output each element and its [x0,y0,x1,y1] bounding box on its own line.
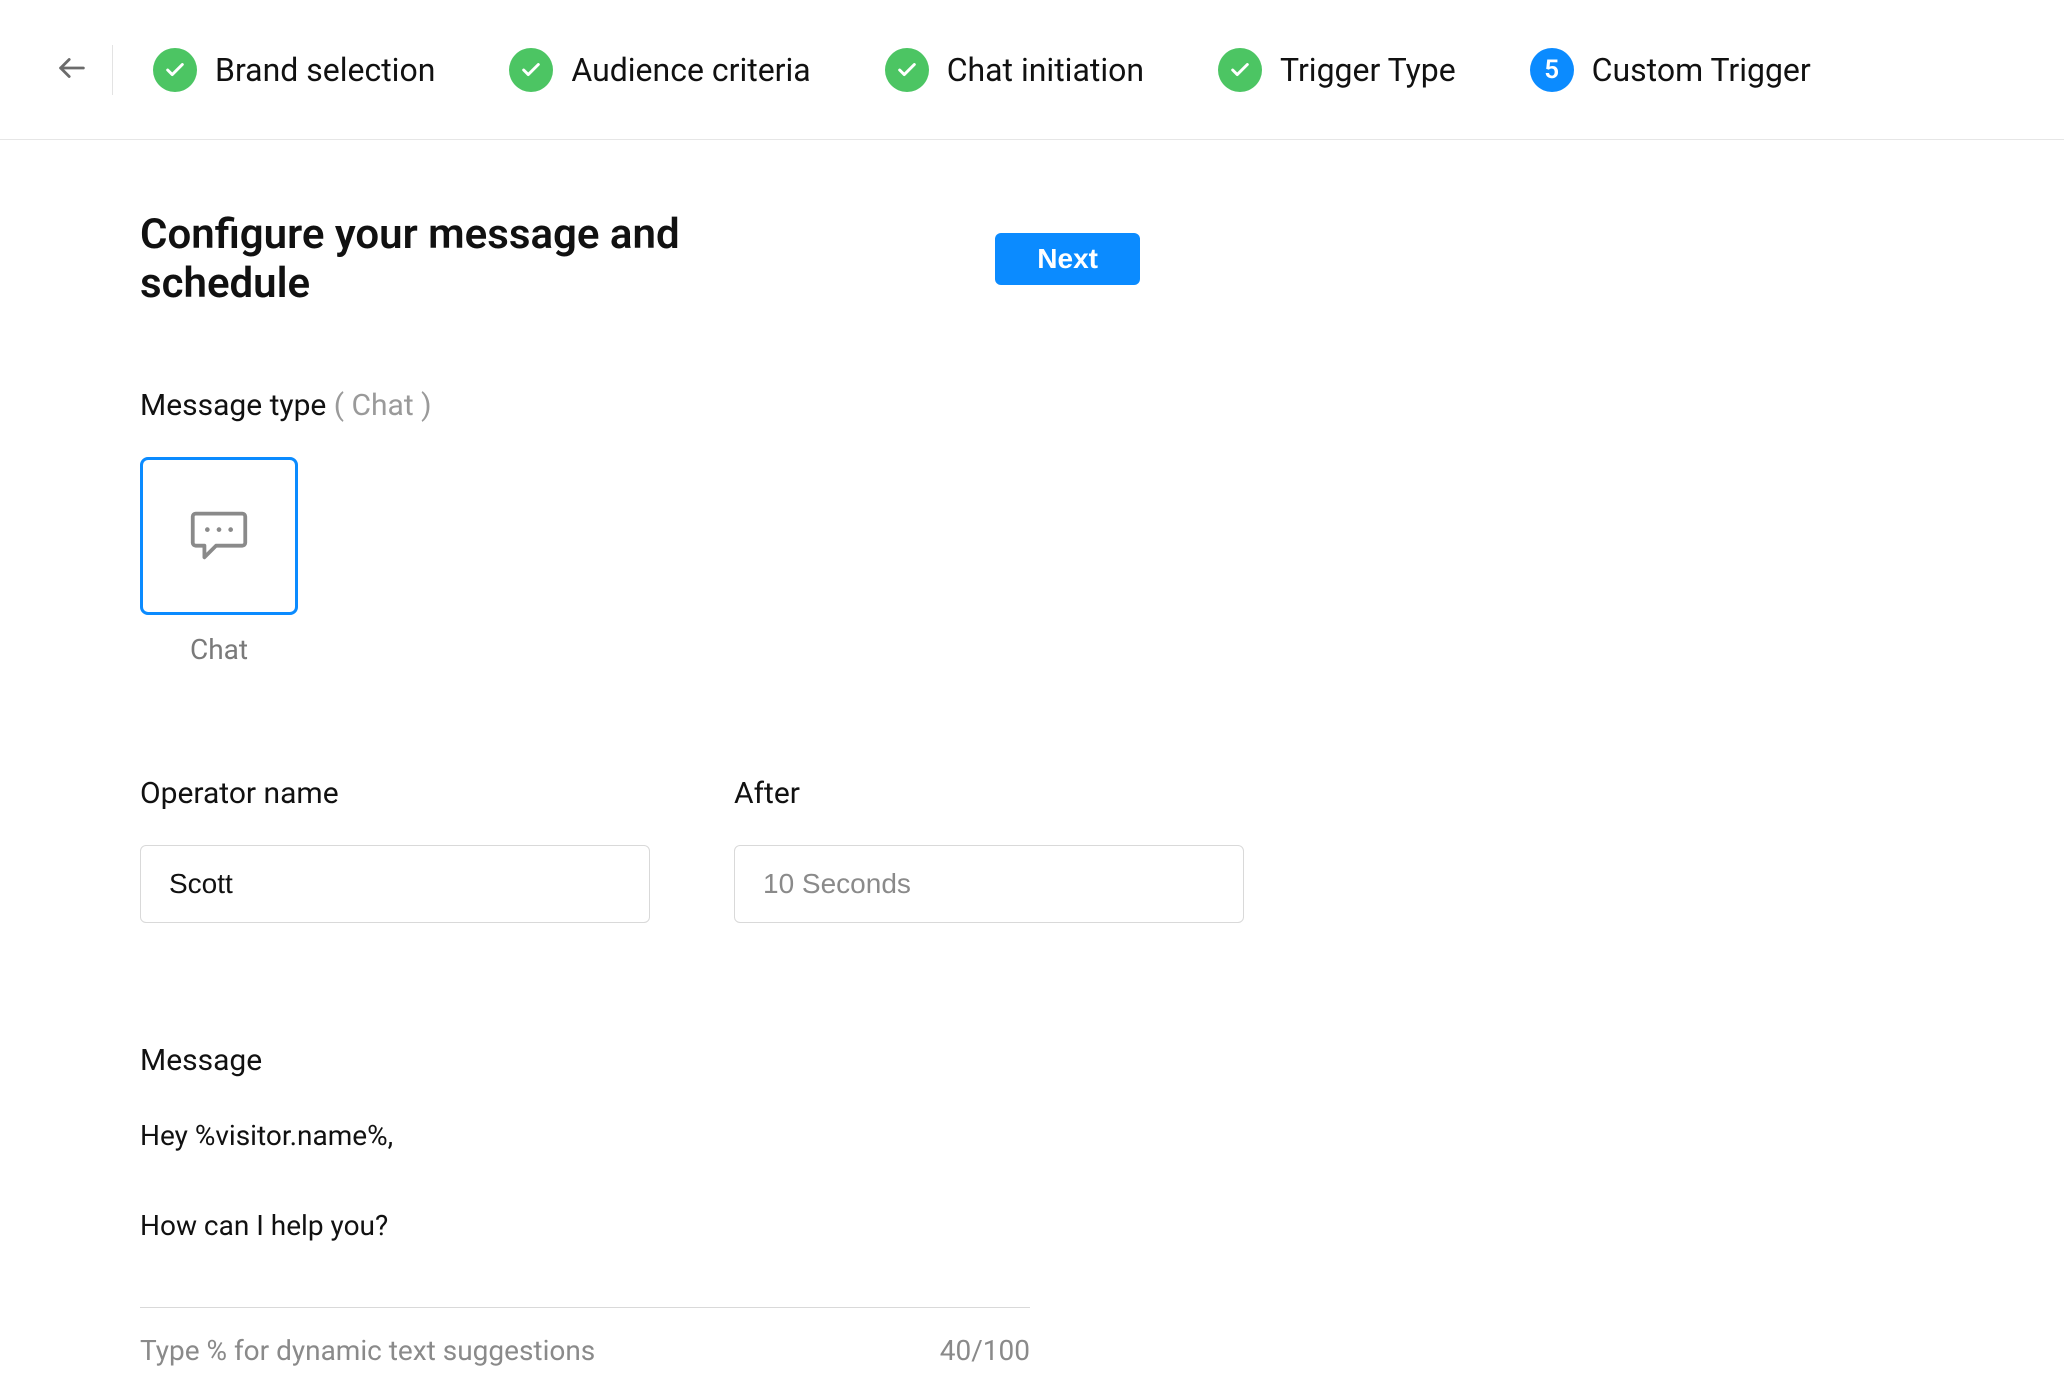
message-type-option-label: Chat [140,633,298,666]
operator-name-label: Operator name [140,776,650,811]
step-label: Trigger Type [1280,51,1456,89]
back-button[interactable] [42,51,102,89]
message-counter: 40/100 [940,1334,1030,1367]
operator-name-field: Operator name [140,776,650,923]
message-type-section: Message type ( Chat ) Chat [140,388,1140,666]
message-footer: Type % for dynamic text suggestions 40/1… [140,1334,1030,1367]
step-number-icon: 5 [1530,48,1574,92]
message-section: Message Type % for dynamic text suggesti… [140,1043,1140,1367]
message-textarea[interactable] [140,1108,1030,1308]
check-circle-icon [509,48,553,92]
step-label: Brand selection [215,51,435,89]
step-audience-criteria[interactable]: Audience criteria [509,48,810,92]
message-type-option-chat[interactable] [140,457,298,615]
check-circle-icon [885,48,929,92]
next-button[interactable]: Next [995,233,1140,285]
check-circle-icon [1218,48,1262,92]
header-divider [112,45,113,95]
step-chat-initiation[interactable]: Chat initiation [885,48,1144,92]
message-label: Message [140,1043,1140,1078]
step-label: Chat initiation [947,51,1144,89]
page-title: Configure your message and schedule [140,210,815,308]
step-label: Audience criteria [571,51,810,89]
stepper: Brand selection Audience criteria Chat i… [153,48,1811,92]
operator-name-input[interactable] [140,845,650,923]
message-hint: Type % for dynamic text suggestions [140,1334,595,1367]
title-row: Configure your message and schedule Next [140,210,1140,308]
step-custom-trigger[interactable]: 5 Custom Trigger [1530,48,1811,92]
step-brand-selection[interactable]: Brand selection [153,48,435,92]
after-select[interactable] [734,845,1244,923]
main-content: Configure your message and schedule Next… [0,140,1280,1367]
message-type-label: Message type ( Chat ) [140,388,1140,423]
form-row: Operator name After [140,776,1140,923]
step-label: Custom Trigger [1592,51,1811,89]
after-label: After [734,776,1244,811]
after-field: After [734,776,1244,923]
wizard-header: Brand selection Audience criteria Chat i… [0,0,2064,140]
chat-bubble-icon [184,499,254,573]
message-type-label-text: Message type [140,388,326,423]
message-type-selected: ( Chat ) [334,388,432,423]
arrow-left-icon [55,51,89,89]
step-trigger-type[interactable]: Trigger Type [1218,48,1456,92]
check-circle-icon [153,48,197,92]
step-number: 5 [1544,55,1559,85]
